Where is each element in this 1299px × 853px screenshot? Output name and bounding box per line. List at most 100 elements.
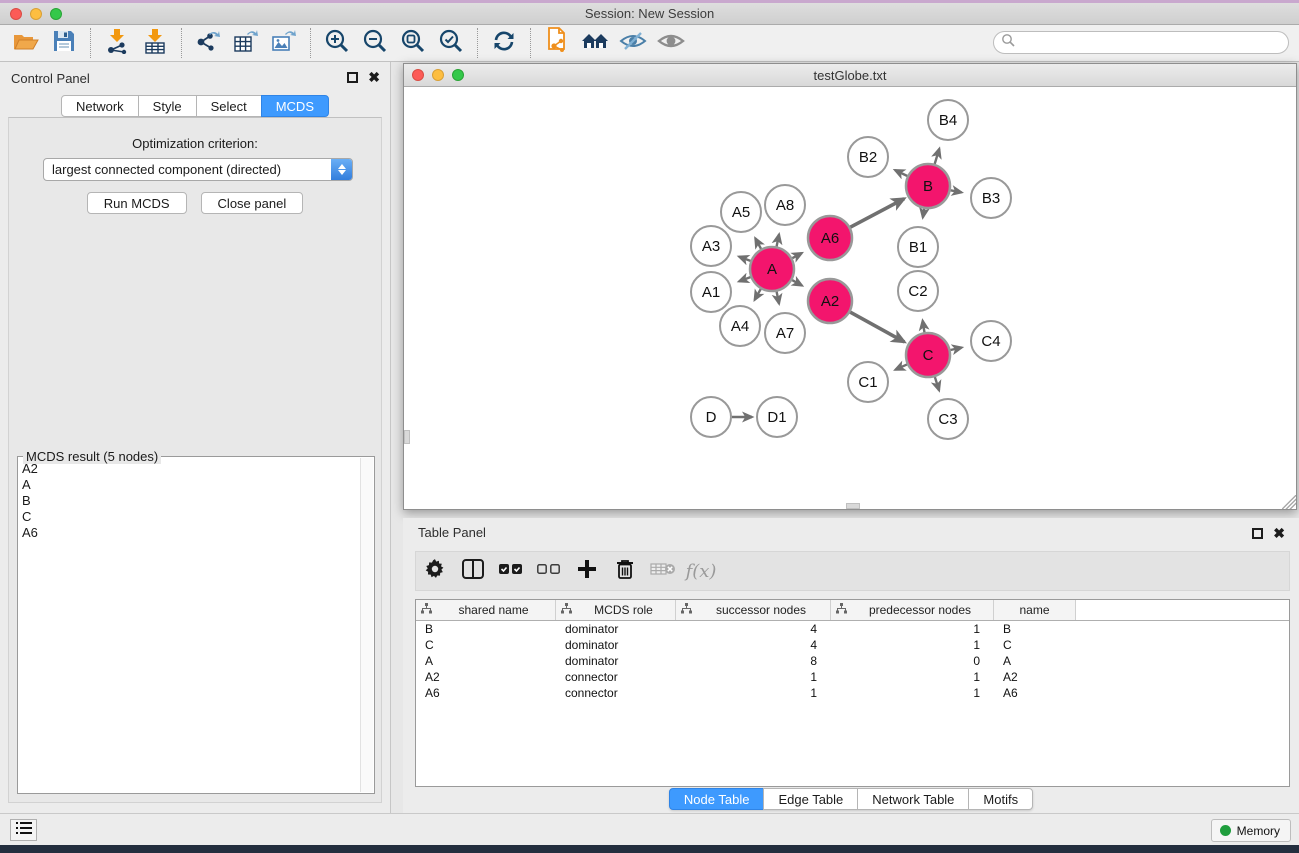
table-cell[interactable]: 1 — [831, 686, 994, 700]
table-cell[interactable]: 8 — [676, 654, 831, 668]
zoom-window-button[interactable] — [50, 8, 62, 20]
table-cell[interactable]: 4 — [676, 638, 831, 652]
open-session-button[interactable] — [7, 28, 45, 58]
edge-B-B3[interactable] — [951, 190, 962, 192]
table-tab-node-table[interactable]: Node Table — [669, 788, 765, 810]
close-panel-icon[interactable]: ✖ — [368, 72, 380, 83]
result-item[interactable]: A6 — [22, 525, 360, 541]
network-minimize-button[interactable] — [432, 69, 444, 81]
table-cell[interactable]: 1 — [831, 622, 994, 636]
edge-A-A8[interactable] — [777, 234, 779, 246]
table-cell[interactable]: 0 — [831, 654, 994, 668]
edge-A-A5[interactable] — [755, 238, 761, 248]
show-all-button[interactable] — [652, 28, 690, 58]
table-cell[interactable]: dominator — [556, 654, 676, 668]
delete-table-button[interactable] — [644, 555, 682, 587]
edge-A-A4[interactable] — [755, 289, 761, 300]
column-header-shared-name[interactable]: shared name — [416, 600, 556, 620]
select-all-button[interactable] — [492, 555, 530, 587]
result-item[interactable]: A2 — [22, 461, 360, 477]
edge-C-C1[interactable] — [895, 364, 907, 369]
table-row[interactable]: A6connector11A6 — [416, 685, 1289, 701]
table-cell[interactable]: B — [994, 622, 1076, 636]
table-cell[interactable]: 1 — [676, 670, 831, 684]
close-window-button[interactable] — [10, 8, 22, 20]
table-row[interactable]: Bdominator41B — [416, 621, 1289, 637]
table-cell[interactable]: A — [416, 654, 556, 668]
memory-button[interactable]: Memory — [1211, 819, 1291, 842]
edge-C-C3[interactable] — [935, 377, 939, 390]
edge-A2-C[interactable] — [850, 312, 904, 342]
result-item[interactable]: B — [22, 493, 360, 509]
edge-C-C2[interactable] — [923, 321, 925, 333]
table-close-panel-icon[interactable]: ✖ — [1273, 528, 1285, 539]
deselect-all-button[interactable] — [530, 555, 568, 587]
table-cell[interactable]: connector — [556, 670, 676, 684]
search-input[interactable] — [1015, 34, 1288, 52]
table-row[interactable]: Adominator80A — [416, 653, 1289, 669]
table-cell[interactable]: connector — [556, 686, 676, 700]
table-cell[interactable]: 1 — [676, 686, 831, 700]
minimize-window-button[interactable] — [30, 8, 42, 20]
delete-column-button[interactable] — [606, 555, 644, 587]
hide-selection-button[interactable] — [614, 28, 652, 58]
zoom-fit-button[interactable] — [394, 28, 432, 58]
table-cell[interactable]: dominator — [556, 638, 676, 652]
close-panel-button[interactable]: Close panel — [201, 192, 304, 214]
edge-B-B1[interactable] — [923, 209, 924, 218]
table-tab-network-table[interactable]: Network Table — [857, 788, 969, 810]
column-layout-button[interactable] — [454, 555, 492, 587]
table-cell[interactable]: A6 — [416, 686, 556, 700]
table-cell[interactable]: A2 — [994, 670, 1076, 684]
column-header-MCDS-role[interactable]: MCDS role — [556, 600, 676, 620]
edge-B-B4[interactable] — [935, 149, 940, 164]
function-builder-button[interactable]: f(x) — [682, 555, 720, 587]
table-cell[interactable]: C — [994, 638, 1076, 652]
result-item[interactable]: A — [22, 477, 360, 493]
result-scrollbar[interactable] — [360, 458, 373, 792]
table-cell[interactable]: B — [416, 622, 556, 636]
result-item[interactable]: C — [22, 509, 360, 525]
table-cell[interactable]: 1 — [831, 638, 994, 652]
zoom-out-button[interactable] — [356, 28, 394, 58]
zoom-selected-button[interactable] — [432, 28, 470, 58]
table-tab-edge-table[interactable]: Edge Table — [763, 788, 858, 810]
edge-B-B2[interactable] — [895, 170, 907, 176]
table-tab-motifs[interactable]: Motifs — [968, 788, 1033, 810]
edge-A-A7[interactable] — [777, 292, 779, 304]
network-vertical-scrollbar[interactable] — [404, 430, 410, 444]
run-mcds-button[interactable]: Run MCDS — [87, 192, 187, 214]
table-row[interactable]: A2connector11A2 — [416, 669, 1289, 685]
window-resize-grip[interactable] — [1282, 495, 1296, 509]
network-canvas[interactable]: B4B2BB3B1C2A5A8A6A3AA1A4A7A2CC4C1C3DD1 — [404, 87, 1296, 509]
search-field[interactable] — [993, 31, 1289, 54]
task-history-button[interactable] — [10, 819, 37, 841]
network-horizontal-scrollbar[interactable] — [846, 503, 860, 509]
zoom-in-button[interactable] — [318, 28, 356, 58]
tab-select[interactable]: Select — [196, 95, 262, 117]
tab-mcds[interactable]: MCDS — [261, 95, 329, 117]
table-cell[interactable]: A — [994, 654, 1076, 668]
edge-A-A6[interactable] — [792, 253, 801, 258]
export-image-button[interactable] — [265, 28, 303, 58]
table-cell[interactable]: A6 — [994, 686, 1076, 700]
import-network-button[interactable] — [98, 28, 136, 58]
edge-A6-B[interactable] — [850, 199, 904, 228]
table-cell[interactable]: C — [416, 638, 556, 652]
save-session-button[interactable] — [45, 28, 83, 58]
tab-network[interactable]: Network — [61, 95, 139, 117]
table-row[interactable]: Cdominator41C — [416, 637, 1289, 653]
edge-A-A3[interactable] — [739, 257, 750, 261]
first-neighbors-button[interactable] — [576, 28, 614, 58]
edge-C-C4[interactable] — [950, 348, 961, 351]
table-settings-button[interactable] — [416, 555, 454, 587]
tab-style[interactable]: Style — [138, 95, 197, 117]
column-header-successor-nodes[interactable]: successor nodes — [676, 600, 831, 620]
table-cell[interactable]: dominator — [556, 622, 676, 636]
edge-A-A1[interactable] — [739, 277, 750, 281]
optimization-criterion-select[interactable]: largest connected component (directed) — [43, 158, 353, 181]
column-header-name[interactable]: name — [994, 600, 1076, 620]
table-cell[interactable]: 1 — [831, 670, 994, 684]
float-panel-icon[interactable] — [347, 72, 358, 83]
network-close-button[interactable] — [412, 69, 424, 81]
